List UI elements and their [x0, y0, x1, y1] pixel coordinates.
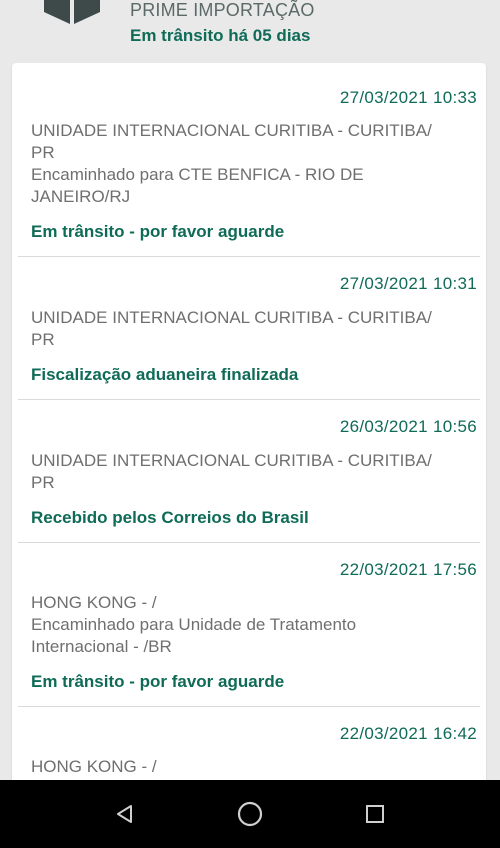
event-date: 27/03/2021 10:31 — [339, 274, 477, 293]
event-location: UNIDADE INTERNACIONAL CURITIBA - CURITIB… — [31, 308, 432, 349]
event-location: UNIDADE INTERNACIONAL CURITIBA - CURITIB… — [31, 451, 432, 492]
divider — [18, 706, 480, 707]
recents-button[interactable] — [345, 780, 405, 848]
event-location: HONG KONG - / — [31, 757, 157, 776]
event-date: 22/03/2021 17:56 — [339, 560, 477, 579]
tracking-events-card: 27/03/2021 10:33 UNIDADE INTERNACIONAL C… — [12, 63, 486, 793]
android-nav-bar — [0, 780, 500, 848]
event-status: Em trânsito - por favor aguarde — [31, 222, 285, 241]
home-button[interactable] — [220, 780, 280, 848]
header: PRIME IMPORTAÇÃO Em trânsito há 05 dias — [0, 0, 500, 62]
divider — [18, 399, 480, 400]
event-location: UNIDADE INTERNACIONAL CURITIBA - CURITIB… — [31, 121, 432, 206]
back-icon — [117, 805, 132, 823]
service-name: PRIME IMPORTAÇÃO — [130, 0, 315, 20]
event-location: HONG KONG - / Encaminhado para Unidade d… — [31, 593, 357, 656]
event-status: Em trânsito - por favor aguarde — [31, 672, 285, 691]
home-icon — [237, 801, 263, 827]
back-button[interactable] — [95, 780, 155, 848]
divider — [18, 542, 480, 543]
transit-status: Em trânsito há 05 dias — [130, 26, 311, 45]
package-icon — [44, 0, 100, 24]
event-date: 26/03/2021 10:56 — [339, 417, 477, 436]
event-status: Fiscalização aduaneira finalizada — [31, 365, 299, 384]
event-date: 22/03/2021 16:42 — [339, 724, 477, 743]
event-status: Recebido pelos Correios do Brasil — [31, 508, 309, 527]
divider — [18, 256, 480, 257]
event-date: 27/03/2021 10:33 — [339, 88, 477, 107]
recents-icon — [366, 805, 384, 823]
